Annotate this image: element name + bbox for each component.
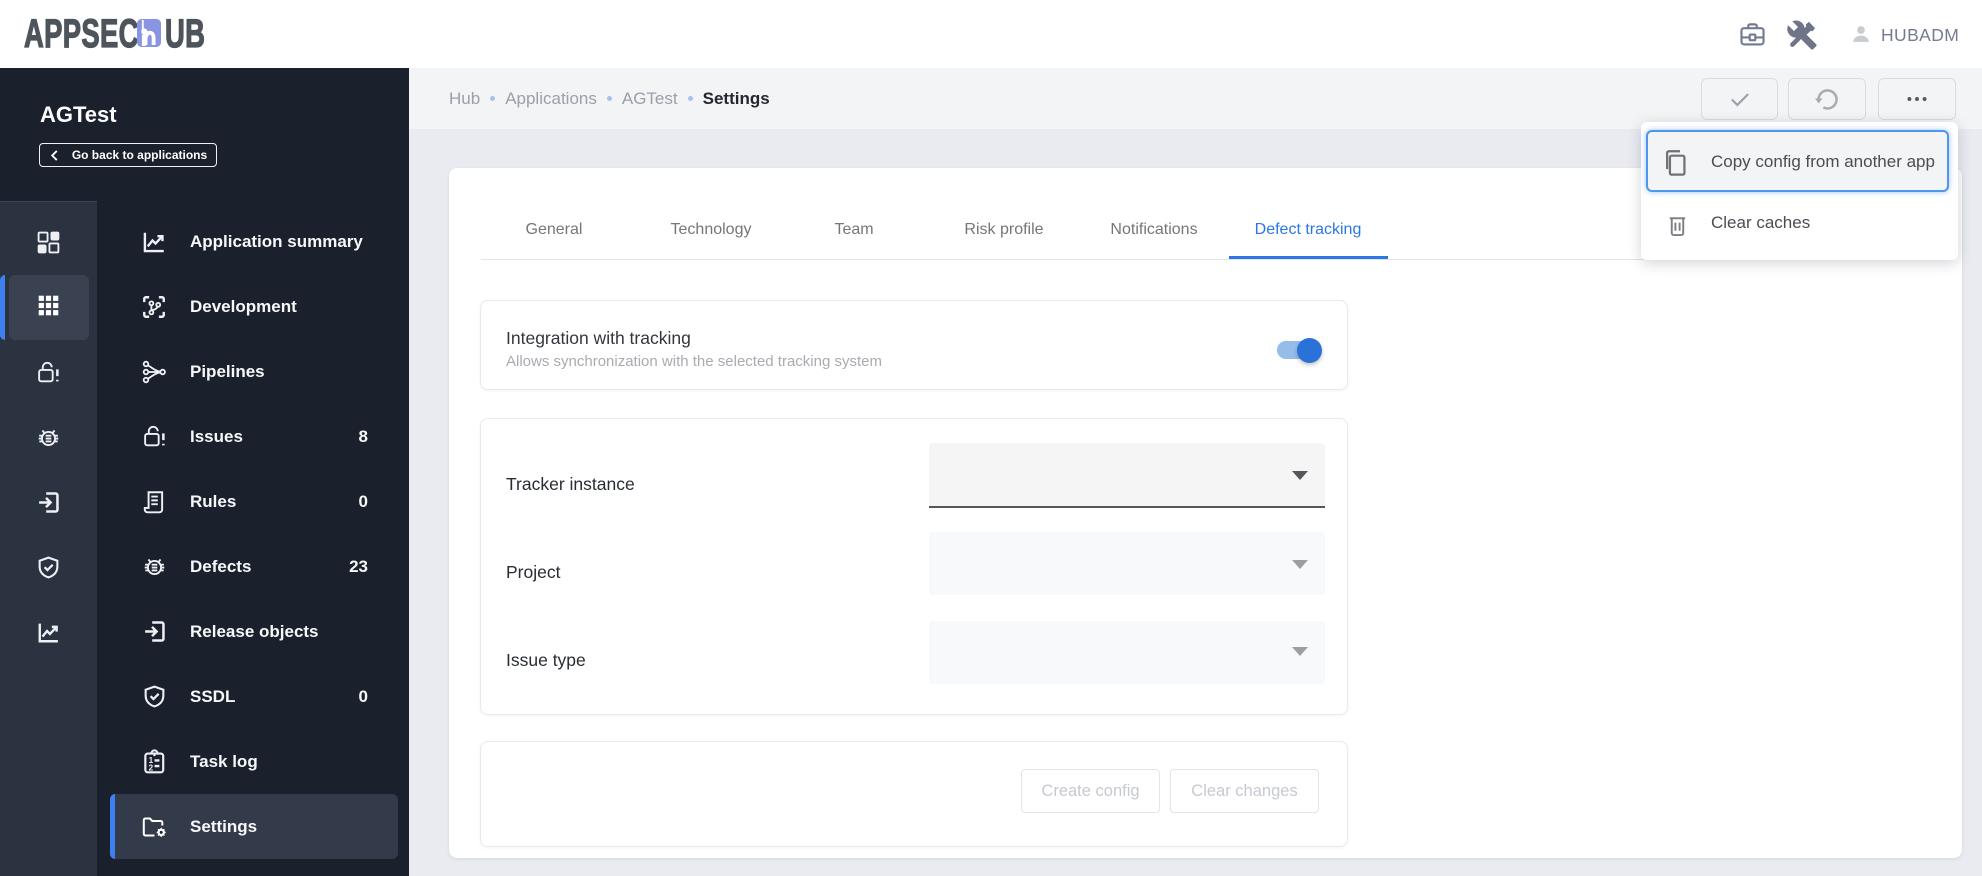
svg-text:2: 2 bbox=[149, 763, 154, 772]
